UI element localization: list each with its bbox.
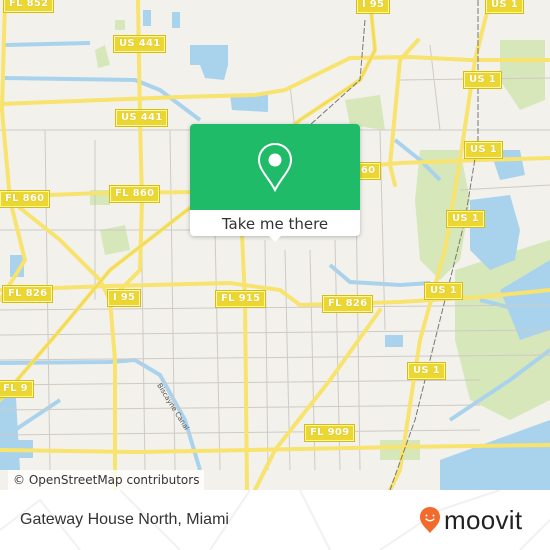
road-shield: FL 860 <box>108 185 161 203</box>
road-shield: US 441 <box>112 35 167 53</box>
road-shield: US 1 <box>485 0 524 14</box>
popup-header <box>190 124 360 210</box>
road-shield: FL 915 <box>214 290 267 308</box>
road-shield: US 1 <box>424 282 463 300</box>
destination-popup: Take me there <box>190 124 360 242</box>
footer-bar: Gateway House North, Miami moovit <box>0 490 550 550</box>
road-shield: FL 909 <box>303 424 356 442</box>
place-name: Gateway House North, Miami <box>20 511 229 528</box>
map-view[interactable]: FL 852 US 441 US 441 I 95 US 1 US 1 US 1… <box>0 0 550 490</box>
map-pin-icon <box>257 142 293 192</box>
road-shield: US 1 <box>407 362 446 380</box>
road-shield: FL 826 <box>1 285 54 303</box>
map-attribution[interactable]: © OpenStreetMap contributors <box>8 470 205 490</box>
road-shield: FL 852 <box>2 0 55 13</box>
road-shield: FL 826 <box>321 295 374 313</box>
road-shield: US 1 <box>464 141 503 159</box>
moovit-pin-icon <box>420 507 440 533</box>
take-me-there-button[interactable]: Take me there <box>190 210 360 236</box>
road-shield: I 95 <box>106 289 142 307</box>
road-shield: I 95 <box>355 0 391 14</box>
road-shield: US 441 <box>114 109 169 127</box>
brand-name: moovit <box>444 505 523 535</box>
moovit-logo[interactable]: moovit <box>419 503 522 537</box>
popup-pointer <box>268 235 282 242</box>
road-shield: US 1 <box>463 71 502 89</box>
road-shield: FL 9 <box>0 380 34 398</box>
road-shield: FL 860 <box>0 190 51 208</box>
road-shield: US 1 <box>446 210 485 228</box>
